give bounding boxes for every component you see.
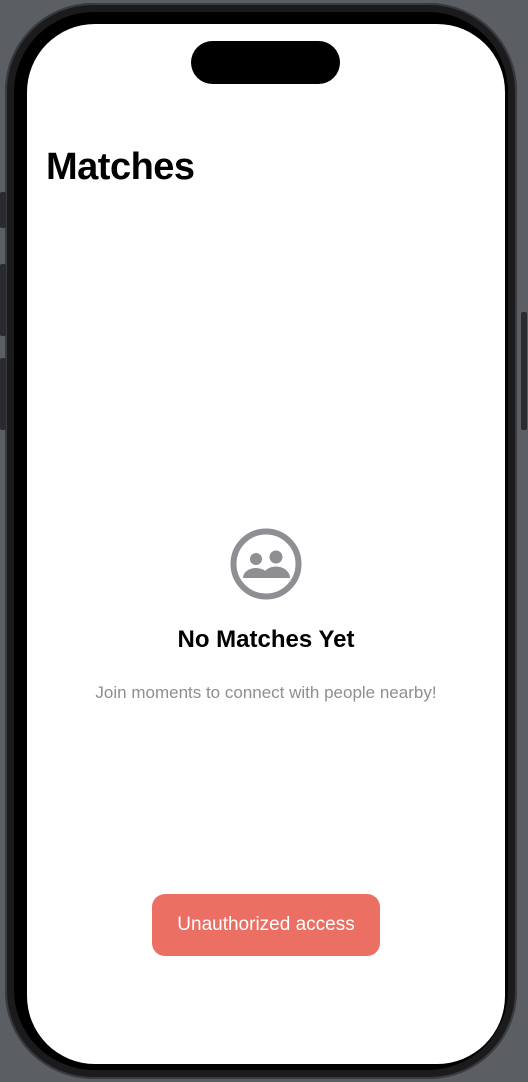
app-screen: Matches No Matches Yet Join moments to c… [27,24,505,1064]
error-toast[interactable]: Unauthorized access [152,894,380,956]
action-button [0,192,6,228]
dynamic-island [191,41,340,84]
volume-up-button [0,264,6,336]
volume-down-button [0,358,6,430]
page-title: Matches [46,146,195,188]
power-button [521,312,527,430]
people-icon [230,528,302,600]
empty-state-title: No Matches Yet [177,626,355,653]
empty-state-subtitle: Join moments to connect with people near… [95,683,437,702]
phone-frame: Matches No Matches Yet Join moments to c… [5,3,517,1079]
